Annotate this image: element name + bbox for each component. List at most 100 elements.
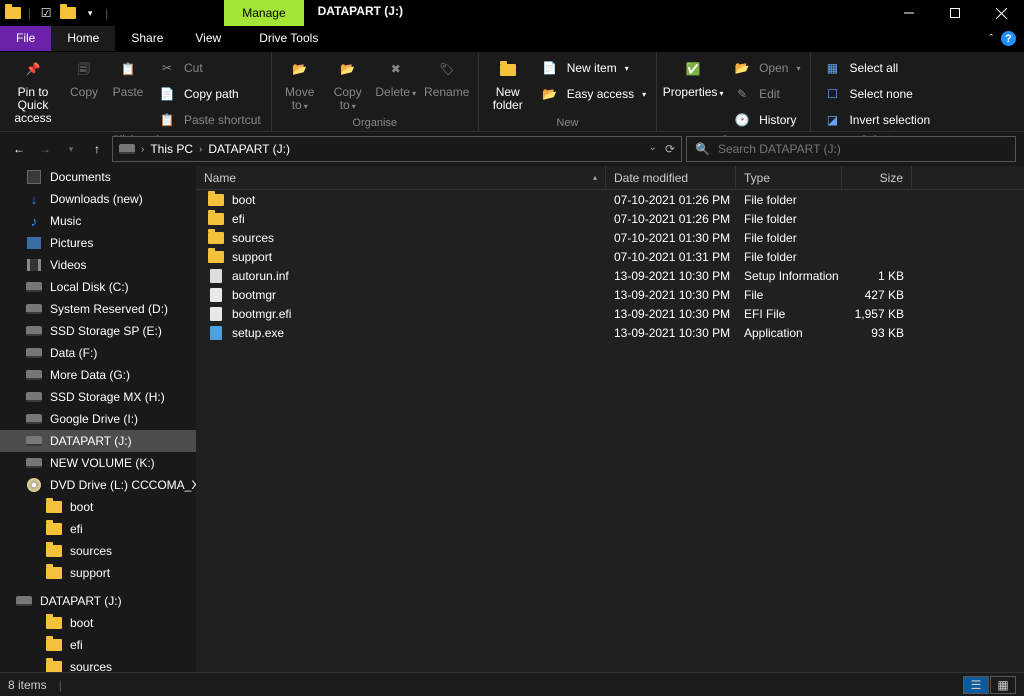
nav-item-label: Local Disk (C:): [50, 280, 129, 294]
tab-share[interactable]: Share: [115, 26, 179, 51]
copy-button[interactable]: 🗐 Copy: [66, 56, 102, 99]
nav-item[interactable]: Pictures: [0, 232, 196, 254]
nav-item[interactable]: SSD Storage SP (E:): [0, 320, 196, 342]
refresh-icon[interactable]: ⟳: [665, 142, 675, 156]
column-headers: Name▴ Date modified Type Size: [196, 166, 1024, 190]
breadcrumb-this-pc[interactable]: This PC: [150, 142, 193, 156]
move-to-button[interactable]: 📂Move to▾: [280, 56, 320, 112]
help-icon[interactable]: ?: [1001, 31, 1016, 46]
forward-button[interactable]: →: [34, 138, 56, 160]
pin-quick-access-button[interactable]: 📌 Pin to Quick access: [8, 56, 58, 126]
nav-item[interactable]: Google Drive (I:): [0, 408, 196, 430]
copy-to-button[interactable]: 📂Copy to▾: [328, 56, 368, 112]
collapse-ribbon-icon[interactable]: ˆ: [989, 33, 993, 45]
nav-item[interactable]: More Data (G:): [0, 364, 196, 386]
file-row[interactable]: support07-10-2021 01:31 PMFile folder: [196, 247, 1024, 266]
file-list-pane: Name▴ Date modified Type Size boot07-10-…: [196, 166, 1024, 672]
nav-item[interactable]: SSD Storage MX (H:): [0, 386, 196, 408]
nav-item[interactable]: support: [0, 562, 196, 584]
folder-icon: [46, 543, 62, 559]
nav-item[interactable]: DVD Drive (L:) CCCOMA_X: [0, 474, 196, 496]
icons-view-button[interactable]: ▦: [990, 676, 1016, 694]
file-row[interactable]: efi07-10-2021 01:26 PMFile folder: [196, 209, 1024, 228]
navigation-pane[interactable]: Documents↓Downloads (new)♪Music Pictures V…: [0, 166, 196, 672]
file-row[interactable]: setup.exe13-09-2021 10:30 PMApplication9…: [196, 323, 1024, 342]
file-date: 07-10-2021 01:31 PM: [606, 249, 736, 265]
nav-item[interactable]: sources: [0, 540, 196, 562]
column-size[interactable]: Size: [842, 166, 912, 189]
invert-selection-button[interactable]: ◪Invert selection: [819, 108, 932, 132]
select-none-button[interactable]: ☐Select none: [819, 82, 932, 106]
nav-item[interactable]: DATAPART (J:): [0, 590, 196, 612]
nav-item[interactable]: System Reserved (D:): [0, 298, 196, 320]
tab-view[interactable]: View: [179, 26, 237, 51]
column-date[interactable]: Date modified: [606, 166, 736, 189]
column-type[interactable]: Type: [736, 166, 842, 189]
chevron-down-icon[interactable]: ▾: [81, 4, 99, 22]
disc-icon: [26, 477, 42, 493]
nav-item[interactable]: Data (F:): [0, 342, 196, 364]
nav-item[interactable]: efi: [0, 634, 196, 656]
breadcrumb-location[interactable]: DATAPART (J:): [208, 142, 290, 156]
nav-item[interactable]: efi: [0, 518, 196, 540]
nav-item[interactable]: DATAPART (J:): [0, 430, 196, 452]
select-all-button[interactable]: ▦Select all: [819, 56, 932, 80]
tab-drive-tools[interactable]: Drive Tools: [243, 26, 334, 51]
sort-asc-icon: ▴: [593, 173, 597, 182]
search-input[interactable]: 🔍 Search DATAPART (J:): [686, 136, 1016, 162]
file-row[interactable]: bootmgr13-09-2021 10:30 PMFile427 KB: [196, 285, 1024, 304]
nav-item[interactable]: ♪Music: [0, 210, 196, 232]
edit-button[interactable]: ✎Edit: [729, 82, 802, 106]
properties-icon[interactable]: ☑: [37, 4, 55, 22]
file-row[interactable]: bootmgr.efi13-09-2021 10:30 PMEFI File1,…: [196, 304, 1024, 323]
nav-item[interactable]: ↓Downloads (new): [0, 188, 196, 210]
paste-button[interactable]: 📋 Paste: [110, 56, 146, 99]
chevron-right-icon[interactable]: ›: [199, 144, 202, 155]
separator: |: [105, 6, 108, 20]
delete-button[interactable]: ✖Delete▾: [376, 56, 416, 99]
dropdown-icon[interactable]: ⌄: [649, 142, 657, 156]
rename-button[interactable]: 🏷Rename: [424, 56, 470, 99]
copy-path-button[interactable]: 📄Copy path: [154, 82, 263, 106]
nav-item[interactable]: Local Disk (C:): [0, 276, 196, 298]
file-size: [842, 237, 912, 239]
tab-home[interactable]: Home: [51, 26, 115, 51]
nav-item[interactable]: boot: [0, 496, 196, 518]
paste-shortcut-button[interactable]: 📋Paste shortcut: [154, 108, 263, 132]
minimize-button[interactable]: [886, 0, 932, 26]
open-button[interactable]: 📂Open▾: [729, 56, 802, 80]
recent-locations-button[interactable]: ▾: [60, 138, 82, 160]
properties-button[interactable]: ✅Properties▾: [665, 56, 721, 99]
nav-item[interactable]: NEW VOLUME (K:): [0, 452, 196, 474]
tab-file[interactable]: File: [0, 26, 51, 51]
nav-item[interactable]: boot: [0, 612, 196, 634]
chevron-right-icon[interactable]: ›: [141, 144, 144, 155]
new-item-button[interactable]: 📄New item▾: [537, 56, 648, 80]
details-view-button[interactable]: ☰: [963, 676, 989, 694]
address-bar[interactable]: › This PC › DATAPART (J:) ⌄ ⟳: [112, 136, 682, 162]
column-name[interactable]: Name▴: [196, 166, 606, 189]
nav-item[interactable]: Documents: [0, 166, 196, 188]
cut-button[interactable]: ✂Cut: [154, 56, 263, 80]
history-button[interactable]: 🕑History: [729, 108, 802, 132]
new-folder-icon[interactable]: [59, 4, 77, 22]
search-icon: 🔍: [695, 142, 710, 156]
nav-item-label: Pictures: [50, 236, 93, 250]
file-row[interactable]: autorun.inf13-09-2021 10:30 PMSetup Info…: [196, 266, 1024, 285]
up-button[interactable]: ↑: [86, 138, 108, 160]
file-row[interactable]: boot07-10-2021 01:26 PMFile folder: [196, 190, 1024, 209]
group-new: New folder 📄New item▾ 📂Easy access▾ New: [479, 52, 657, 131]
nav-item[interactable]: sources: [0, 656, 196, 672]
file-date: 13-09-2021 10:30 PM: [606, 306, 736, 322]
file-row[interactable]: sources07-10-2021 01:30 PMFile folder: [196, 228, 1024, 247]
maximize-button[interactable]: [932, 0, 978, 26]
file-list[interactable]: boot07-10-2021 01:26 PMFile folderefi07-…: [196, 190, 1024, 672]
new-folder-button[interactable]: New folder: [487, 56, 529, 112]
folder-icon[interactable]: [4, 4, 22, 22]
manage-context-tab[interactable]: Manage: [224, 0, 303, 26]
group-organise: 📂Move to▾ 📂Copy to▾ ✖Delete▾ 🏷Rename Org…: [272, 52, 479, 131]
close-button[interactable]: [978, 0, 1024, 26]
nav-item[interactable]: Videos: [0, 254, 196, 276]
back-button[interactable]: ←: [8, 138, 30, 160]
easy-access-button[interactable]: 📂Easy access▾: [537, 82, 648, 106]
